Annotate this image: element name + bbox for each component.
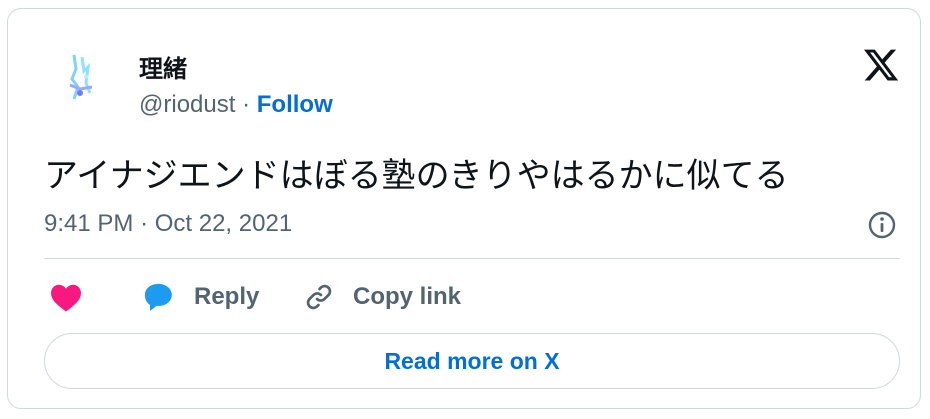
- reply-button[interactable]: Reply: [140, 277, 259, 317]
- like-button[interactable]: [49, 277, 83, 317]
- tweet-date: Oct 22, 2021: [154, 210, 293, 237]
- tweet-timestamp[interactable]: 9:41 PM · Oct 22, 2021: [44, 210, 292, 238]
- copy-link-button[interactable]: Copy link: [303, 277, 461, 317]
- x-logo-icon[interactable]: [862, 46, 900, 84]
- link-icon: [306, 284, 332, 310]
- timestamp-separator: ·: [140, 210, 149, 237]
- author-handle[interactable]: @riodust: [139, 91, 235, 118]
- info-icon[interactable]: [867, 210, 897, 240]
- avatar[interactable]: [52, 49, 110, 107]
- reply-label: Reply: [194, 283, 260, 310]
- avatar-image: [52, 49, 110, 107]
- read-more-button[interactable]: Read more on X: [44, 333, 900, 389]
- copy-link-label: Copy link: [353, 283, 462, 310]
- reply-bubble-icon: [144, 283, 172, 311]
- author-handle-row: @riodust · Follow: [139, 91, 333, 119]
- author-name[interactable]: 理緒: [139, 49, 187, 84]
- heart-icon: [51, 284, 81, 312]
- follow-button[interactable]: Follow: [257, 91, 333, 118]
- handle-separator: ·: [242, 91, 251, 118]
- divider: [44, 258, 900, 259]
- tweet-card: 理緒 @riodust · Follow アイナジエンドはぼる塾のきりやはるかに…: [7, 8, 921, 409]
- tweet-text: アイナジエンドはぼる塾のきりやはるかに似てる: [44, 156, 789, 196]
- tweet-time: 9:41 PM: [44, 210, 134, 237]
